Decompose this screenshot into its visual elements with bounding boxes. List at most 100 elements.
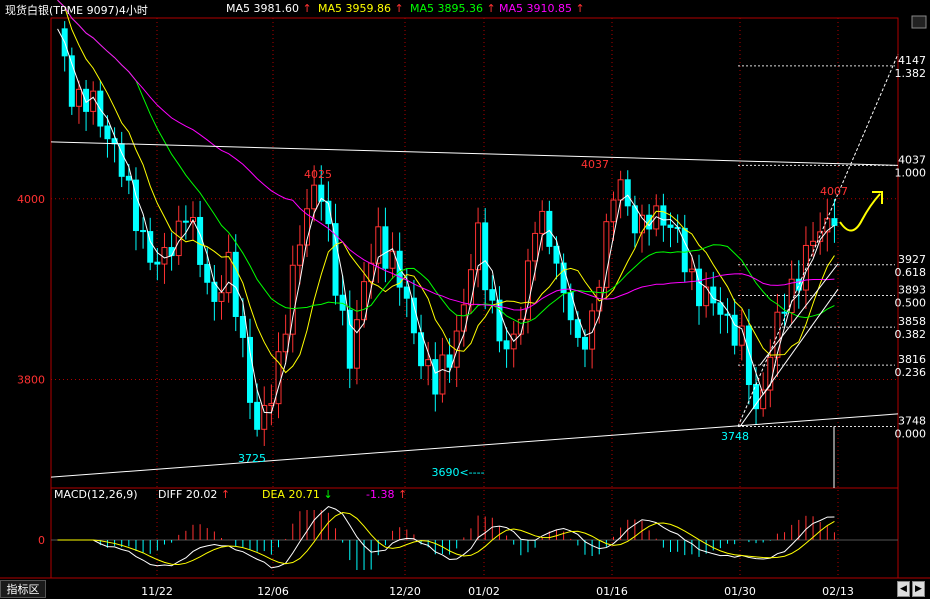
candle-body — [624, 179, 631, 207]
ma-line-white — [57, 28, 835, 414]
candle-body — [581, 336, 588, 350]
fib-price-label: 3816 — [898, 353, 926, 366]
candle-body — [289, 264, 296, 335]
fib-ratio-label: 0.500 — [895, 296, 927, 309]
price-annotation: 3690<---- — [431, 466, 484, 479]
maximize-icon — [911, 15, 927, 29]
x-tick-label: 12/20 — [389, 585, 421, 598]
price-annotation: 3748 — [721, 430, 749, 443]
candle-body — [182, 220, 189, 223]
candle-body — [731, 314, 738, 346]
candle-body — [539, 210, 546, 234]
candle-body — [532, 232, 539, 262]
candle-body — [425, 359, 432, 367]
fib-ratio-label: 0.000 — [895, 428, 927, 441]
x-tick-label: 12/06 — [257, 585, 289, 598]
ma-readout-2: MA5 3959.86 ↑ — [318, 2, 404, 15]
candle-body — [546, 210, 553, 247]
candle-body — [75, 88, 82, 107]
candle-body — [218, 292, 225, 302]
price-annotation: 4025 — [304, 168, 332, 181]
fib-ratio-label: 0.236 — [895, 366, 927, 379]
fib-ratio-label: 1.000 — [895, 166, 927, 179]
candle-body — [254, 401, 261, 430]
macd-label: MACD(12,26,9) — [54, 488, 138, 501]
x-tick-label: 01/02 — [468, 585, 500, 598]
candle-body — [346, 309, 353, 369]
candle-body — [232, 251, 239, 317]
price-chart: 11/22 12/06 12/20 01/02 01/16 01/30 02/13 4000 3… — [0, 0, 930, 598]
fib-ratio-label: 1.382 — [895, 67, 927, 80]
fib-price-label: 3858 — [898, 315, 926, 328]
channel-top-line — [50, 141, 899, 166]
candle-body — [688, 268, 695, 273]
candle-body — [125, 175, 132, 181]
candle-body — [410, 297, 417, 334]
candle-body — [489, 289, 496, 301]
macd-zero-label: 0 — [38, 534, 45, 547]
candle-body — [610, 199, 617, 223]
candle-body — [831, 218, 838, 226]
candle-body — [204, 263, 211, 283]
candle-body — [261, 404, 268, 430]
candle-body — [617, 179, 624, 201]
candle-body — [311, 184, 318, 210]
candle-body — [745, 325, 752, 386]
candle-body — [717, 302, 724, 315]
candle-body — [482, 222, 489, 291]
price-annotation: 4037 — [581, 158, 609, 171]
candle-body — [810, 240, 817, 246]
candle-body — [247, 336, 253, 403]
scroll-left-button[interactable]: ◀ — [897, 581, 910, 597]
candle-body — [382, 226, 389, 269]
candle-body — [589, 310, 596, 350]
candle-body — [104, 125, 111, 140]
candle-body — [239, 315, 246, 338]
ma-readout-3: MA5 3895.36 ↑ — [410, 2, 496, 15]
price-annotation: 4007 — [820, 185, 848, 198]
candle-body — [603, 221, 610, 288]
candle-body — [446, 354, 453, 368]
candle-body — [353, 319, 360, 369]
candle-body — [439, 354, 446, 395]
fib-ratio-label: 0.382 — [895, 328, 927, 341]
fib-price-label: 4037 — [898, 153, 926, 166]
macd-diff: DIFF 20.02 ↑ — [158, 488, 231, 501]
x-tick-label: 02/13 — [822, 585, 854, 598]
candle-body — [161, 247, 168, 265]
fib-price-label: 3748 — [898, 415, 926, 428]
chart-title: 现货白银(TPME 9097)4小时 — [5, 4, 148, 17]
candle-body — [774, 311, 781, 358]
candle-body — [667, 224, 674, 228]
x-tick-label: 01/30 — [724, 585, 756, 598]
candle-body — [660, 205, 667, 226]
ma-readout-1: MA5 3981.60 ↑ — [226, 2, 312, 15]
macd-diff-line — [57, 506, 835, 569]
macd-value: -1.38 ↑ — [366, 488, 408, 501]
candle-body — [432, 359, 439, 395]
candle-body — [503, 340, 510, 350]
candle-body — [475, 222, 482, 271]
candle-body — [296, 244, 303, 266]
x-tick-label: 11/22 — [141, 585, 173, 598]
fib-price-label: 3893 — [898, 283, 926, 296]
candle-body — [403, 286, 410, 299]
candle-body — [154, 261, 161, 265]
candle-body — [83, 88, 90, 112]
ma-readout-4: MA5 3910.85 ↑ — [499, 2, 585, 15]
candle-body — [681, 227, 688, 273]
ma-line-magenta — [57, 0, 835, 311]
ma-line-green — [57, 0, 835, 324]
price-annotation: 3725 — [238, 452, 266, 465]
candles — [61, 21, 838, 446]
ma-line-yellow — [57, 0, 835, 374]
macd-dea: DEA 20.71 ↓ — [262, 488, 333, 501]
candle-body — [275, 351, 282, 405]
projection-line — [737, 53, 899, 427]
indicator-tab[interactable]: 指标区 — [0, 580, 46, 598]
scroll-right-button[interactable]: ▶ — [912, 581, 925, 597]
fib-price-label: 4147 — [898, 54, 926, 67]
x-tick-label: 01/16 — [596, 585, 628, 598]
candle-body — [140, 230, 147, 233]
fib-price-label: 3927 — [898, 253, 926, 266]
